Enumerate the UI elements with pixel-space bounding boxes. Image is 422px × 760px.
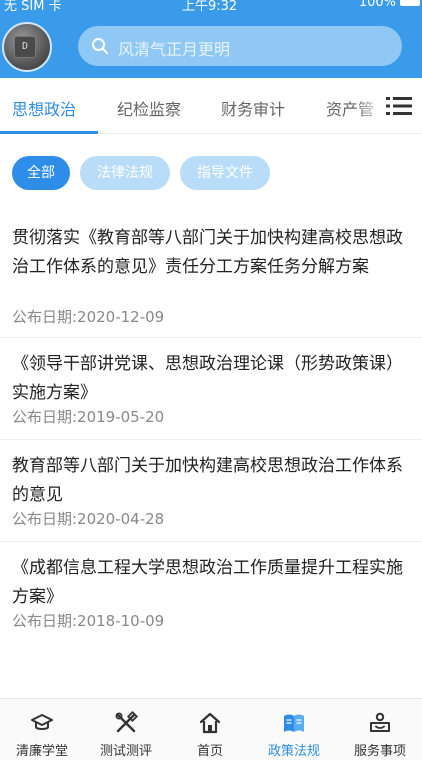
home-icon bbox=[199, 712, 221, 734]
list-item[interactable]: 《领导干部讲党课、思想政治理论课（形势政策课）实施方案》 公布日期:2019-0… bbox=[0, 338, 422, 440]
filter-chip-guidance[interactable]: 指导文件 bbox=[180, 156, 270, 190]
tabs-fade bbox=[356, 78, 386, 133]
article-date: 公布日期:2020-12-09 bbox=[12, 308, 165, 326]
filter-chip-all[interactable]: 全部 bbox=[12, 156, 70, 190]
tab-caiwu-shenji[interactable]: 财务审计 bbox=[221, 96, 285, 120]
article-date: 公布日期:2020-04-28 bbox=[12, 510, 165, 528]
tabbar-item-zhengce-fagui[interactable]: 政策法规 bbox=[252, 699, 336, 760]
article-date: 公布日期:2018-10-09 bbox=[12, 612, 165, 630]
battery-icon bbox=[400, 0, 420, 6]
article-title: 《成都信息工程大学思想政治工作质量提升工程实施方案》 bbox=[12, 558, 403, 607]
search-input[interactable]: 风清气正月更明 bbox=[78, 26, 402, 66]
tabbar-item-ceshi-ceping[interactable]: 测试测评 bbox=[84, 699, 168, 760]
filter-chips: 全部 法律法规 指导文件 bbox=[0, 134, 422, 212]
tabbar-label: 清廉学堂 bbox=[15, 744, 68, 759]
service-icon bbox=[370, 712, 390, 732]
avatar[interactable]: D bbox=[2, 22, 52, 72]
tabbar-label: 政策法规 bbox=[267, 744, 320, 759]
article-title: 贯彻落实《教育部等八部门关于加快构建高校思想政治工作体系的意见》责任分工方案任务… bbox=[12, 228, 403, 277]
avatar-keycap-image: D bbox=[14, 36, 36, 58]
app-header: D 风清气正月更明 bbox=[0, 14, 422, 78]
category-tabs: 思想政治 纪检监察 财务审计 资产管 bbox=[0, 78, 422, 134]
article-date: 公布日期:2019-05-20 bbox=[12, 408, 165, 426]
article-title: 教育部等八部门关于加快构建高校思想政治工作体系的意见 bbox=[12, 456, 403, 505]
battery-label: 100% bbox=[358, 0, 396, 10]
graduation-cap-icon bbox=[31, 714, 53, 730]
search-placeholder: 风清气正月更明 bbox=[118, 40, 231, 59]
tabbar-label: 测试测评 bbox=[99, 744, 152, 759]
bottom-tab-bar: 清廉学堂 测试测评 首页 政策法规 服务事项 bbox=[0, 698, 422, 760]
clock-label: 上午9:32 bbox=[182, 0, 238, 14]
status-bar: 无 SIM 卡 上午9:32 100% bbox=[0, 0, 422, 14]
tabbar-item-fuwu-shixiang[interactable]: 服务事项 bbox=[338, 699, 422, 760]
search-icon bbox=[92, 38, 108, 54]
list-item[interactable]: 《成都信息工程大学思想政治工作质量提升工程实施方案》 公布日期:2018-10-… bbox=[0, 542, 422, 644]
tabbar-item-qinglian-xuetang[interactable]: 清廉学堂 bbox=[0, 699, 84, 760]
list-menu-icon[interactable] bbox=[386, 95, 412, 117]
tab-jijian-jiancha[interactable]: 纪检监察 bbox=[117, 96, 181, 120]
article-title: 《领导干部讲党课、思想政治理论课（形势政策课）实施方案》 bbox=[12, 354, 403, 403]
list-item[interactable]: 贯彻落实《教育部等八部门关于加快构建高校思想政治工作体系的意见》责任分工方案任务… bbox=[0, 212, 422, 338]
tab-sixiang-zhengzhi[interactable]: 思想政治 bbox=[12, 96, 76, 120]
carrier-label: 无 SIM 卡 bbox=[4, 0, 62, 14]
tabbar-label: 首页 bbox=[196, 744, 223, 759]
tools-icon bbox=[115, 711, 138, 733]
list-item[interactable]: 教育部等八部门关于加快构建高校思想政治工作体系的意见 公布日期:2020-04-… bbox=[0, 440, 422, 542]
filter-chip-laws[interactable]: 法律法规 bbox=[80, 156, 170, 190]
tabbar-item-home[interactable]: 首页 bbox=[168, 699, 252, 760]
book-icon bbox=[284, 714, 304, 732]
tabbar-label: 服务事项 bbox=[353, 744, 406, 759]
